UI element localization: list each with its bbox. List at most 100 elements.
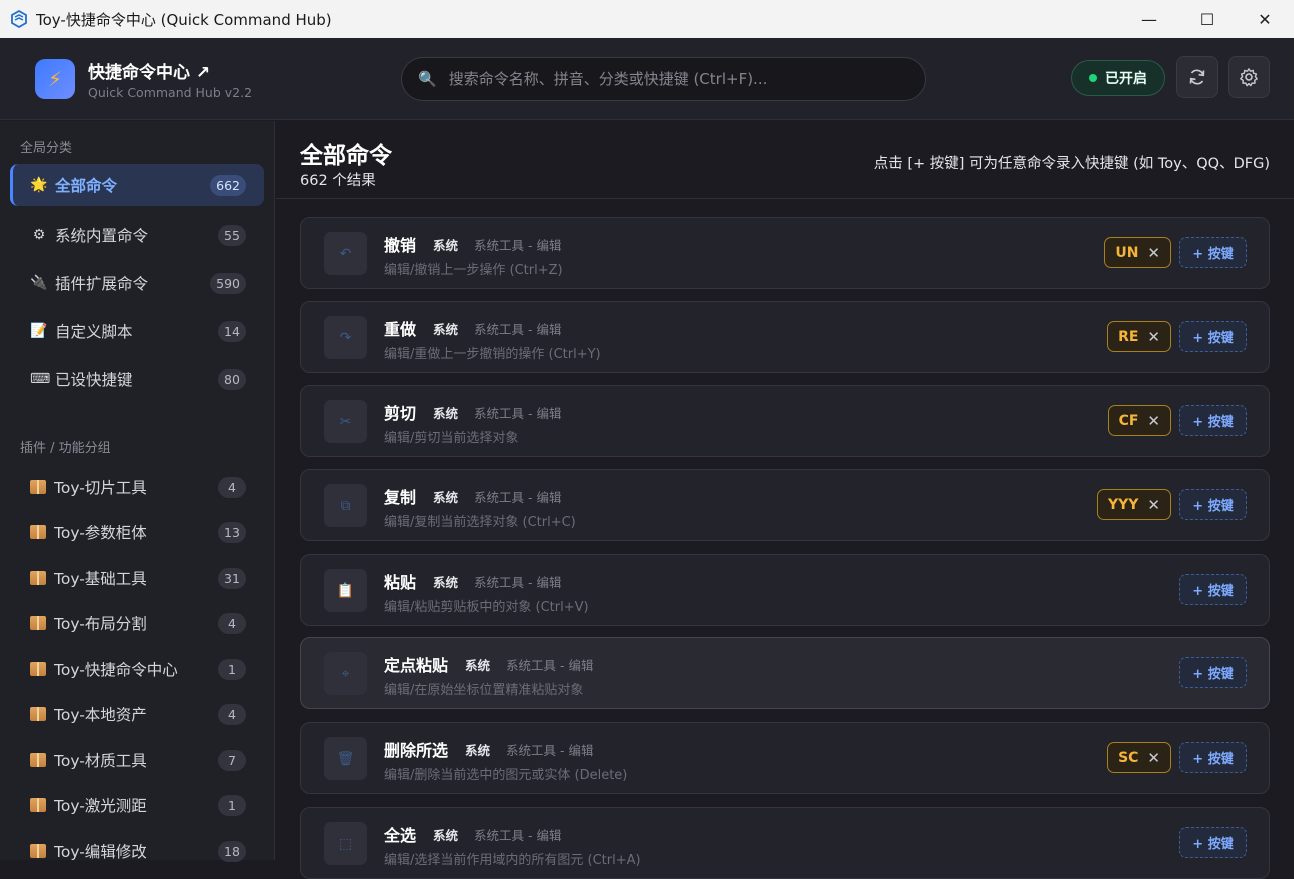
shortcut-chip[interactable]: UN ✕ (1104, 237, 1171, 268)
command-category: 系统工具 - 编辑 (474, 322, 562, 337)
plug-icon: 🔌 (30, 275, 48, 291)
command-card[interactable]: ✂ 剪切 系统 系统工具 - 编辑 编辑/剪切当前选择对象 CF ✕ + 按键 (300, 385, 1270, 457)
command-icon: 🗑 (324, 737, 367, 780)
sidebar-group-item[interactable]: Toy-编辑修改 18 (10, 830, 264, 872)
sidebar-item-custom-scripts[interactable]: 📝 自定义脚本 14 (10, 310, 264, 352)
command-name: 全选 (384, 826, 417, 845)
count-badge: 4 (218, 477, 246, 498)
command-name: 粘贴 (384, 573, 417, 592)
command-card[interactable]: ⌖ 定点粘贴 系统 系统工具 - 编辑 编辑/在原始坐标位置精准粘贴对象 + 按… (300, 637, 1270, 709)
sidebar-item-label: Toy-参数柜体 (54, 524, 147, 542)
command-name: 复制 (384, 488, 417, 507)
add-shortcut-button[interactable]: + 按键 (1179, 827, 1247, 858)
remove-shortcut-icon[interactable]: ✕ (1147, 749, 1160, 767)
shortcut-key: SC (1118, 749, 1139, 766)
sidebar-group-item[interactable]: Toy-材质工具 7 (10, 739, 264, 781)
count-badge: 18 (218, 841, 246, 862)
add-shortcut-button[interactable]: + 按键 (1179, 405, 1247, 436)
add-shortcut-button[interactable]: + 按键 (1179, 489, 1247, 520)
command-icon: ⬚ (324, 822, 367, 865)
count-badge: 80 (218, 369, 246, 390)
shortcut-chip[interactable]: SC ✕ (1107, 742, 1171, 773)
command-name: 重做 (384, 320, 417, 339)
sidebar-item-shortcuts-set[interactable]: ⌨ 已设快捷键 80 (10, 358, 264, 400)
status-toggle[interactable]: 已开启 (1071, 60, 1165, 96)
command-card[interactable]: 📋 粘贴 系统 系统工具 - 编辑 编辑/粘贴剪贴板中的对象 (Ctrl+V) … (300, 554, 1270, 626)
command-icon: ⧉ (324, 484, 367, 527)
command-name: 撤销 (384, 236, 417, 255)
count-badge: 7 (218, 750, 246, 771)
remove-shortcut-icon[interactable]: ✕ (1147, 496, 1160, 514)
remove-shortcut-icon[interactable]: ✕ (1147, 412, 1160, 430)
command-card[interactable]: ↶ 撤销 系统 系统工具 - 编辑 编辑/撤销上一步操作 (Ctrl+Z) UN… (300, 217, 1270, 289)
sidebar-item-all-commands[interactable]: 🌟 全部命令 662 (10, 164, 264, 206)
brand-subtitle: Quick Command Hub v2.2 (88, 85, 253, 100)
command-description: 编辑/删除当前选中的图元或实体 (Delete) (384, 768, 628, 783)
sidebar-item-label: Toy-材质工具 (54, 752, 147, 770)
result-count: 662 个结果 (300, 173, 376, 189)
main-header: 全部命令 662 个结果 点击 [+ 按键] 可为任意命令录入快捷键 (如 To… (276, 121, 1294, 199)
app-icon (11, 10, 27, 28)
command-card[interactable]: ⬚ 全选 系统 系统工具 - 编辑 编辑/选择当前作用域内的所有图元 (Ctrl… (300, 807, 1270, 879)
sidebar-group-item[interactable]: Toy-布局分割 4 (10, 602, 264, 644)
command-card[interactable]: ↷ 重做 系统 系统工具 - 编辑 编辑/重做上一步撤销的操作 (Ctrl+Y)… (300, 301, 1270, 373)
remove-shortcut-icon[interactable]: ✕ (1147, 244, 1160, 262)
add-shortcut-button[interactable]: + 按键 (1179, 657, 1247, 688)
sidebar-group-item[interactable]: Toy-基础工具 31 (10, 557, 264, 599)
add-shortcut-button[interactable]: + 按键 (1179, 321, 1247, 352)
remove-shortcut-icon[interactable]: ✕ (1147, 328, 1160, 346)
sidebar-group-item[interactable]: Toy-切片工具 4 (10, 466, 264, 508)
shortcut-chip[interactable]: RE ✕ (1107, 321, 1171, 352)
shortcut-key: UN (1115, 244, 1139, 261)
add-shortcut-button[interactable]: + 按键 (1179, 742, 1247, 773)
package-icon (30, 480, 46, 494)
document-icon: 📝 (30, 323, 48, 339)
sidebar-item-label: 系统内置命令 (55, 227, 149, 245)
settings-button[interactable] (1228, 56, 1270, 98)
command-description: 编辑/剪切当前选择对象 (384, 431, 519, 446)
sidebar-group-item[interactable]: Toy-参数柜体 13 (10, 511, 264, 553)
sidebar-group-item[interactable]: Toy-本地资产 4 (10, 693, 264, 735)
sidebar: 全局分类 🌟 全部命令 662 ⚙ 系统内置命令 55 🔌 插件扩展命令 590… (0, 121, 275, 862)
sidebar-item-label: Toy-编辑修改 (54, 843, 147, 861)
sidebar-group-item[interactable]: Toy-快捷命令中心 1 (10, 648, 264, 690)
command-category: 系统工具 - 编辑 (474, 406, 562, 421)
minimize-button[interactable]: — (1120, 0, 1178, 38)
gear-icon: ⚙ (32, 227, 46, 243)
sidebar-item-label: 已设快捷键 (55, 371, 133, 389)
sidebar-item-label: 插件扩展命令 (55, 275, 149, 293)
status-label: 已开启 (1105, 71, 1147, 87)
sidebar-group-item[interactable]: Toy-激光测距 1 (10, 784, 264, 826)
shortcut-key: YYY (1108, 496, 1139, 513)
add-shortcut-button[interactable]: + 按键 (1179, 237, 1247, 268)
section-label-global: 全局分类 (20, 141, 73, 156)
command-icon: 📋 (324, 569, 367, 612)
section-label-groups: 插件 / 功能分组 (20, 441, 111, 456)
search-box[interactable]: 🔍 (401, 57, 926, 101)
sidebar-item-label: 自定义脚本 (55, 323, 133, 341)
package-icon (30, 616, 46, 630)
command-card[interactable]: 🗑 删除所选 系统 系统工具 - 编辑 编辑/删除当前选中的图元或实体 (Del… (300, 722, 1270, 794)
maximize-button[interactable]: ☐ (1178, 0, 1236, 38)
search-input[interactable] (448, 70, 909, 88)
command-category: 系统工具 - 编辑 (474, 490, 562, 505)
app-header: ⚡ 快捷命令中心 ↗ Quick Command Hub v2.2 🔍 已开启 (0, 38, 1294, 120)
command-description: 编辑/撤销上一步操作 (Ctrl+Z) (384, 263, 563, 278)
refresh-button[interactable] (1176, 56, 1218, 98)
package-icon (30, 798, 46, 812)
sidebar-item-system-commands[interactable]: ⚙ 系统内置命令 55 (10, 214, 264, 256)
count-badge: 55 (218, 225, 246, 246)
add-shortcut-button[interactable]: + 按键 (1179, 574, 1247, 605)
command-card[interactable]: ⧉ 复制 系统 系统工具 - 编辑 编辑/复制当前选择对象 (Ctrl+C) Y… (300, 469, 1270, 541)
sun-icon: 🌟 (30, 177, 48, 193)
sidebar-item-plugin-commands[interactable]: 🔌 插件扩展命令 590 (10, 262, 264, 304)
command-tag: 系统 (433, 490, 459, 505)
close-button[interactable]: ✕ (1236, 0, 1294, 38)
keyboard-icon: ⌨ (30, 371, 51, 387)
command-category: 系统工具 - 编辑 (474, 828, 562, 843)
shortcut-chip[interactable]: CF ✕ (1107, 405, 1171, 436)
command-tag: 系统 (433, 322, 459, 337)
shortcut-chip[interactable]: YYY ✕ (1097, 489, 1171, 520)
command-description: 编辑/选择当前作用域内的所有图元 (Ctrl+A) (384, 853, 641, 868)
shortcut-key: CF (1118, 412, 1139, 429)
